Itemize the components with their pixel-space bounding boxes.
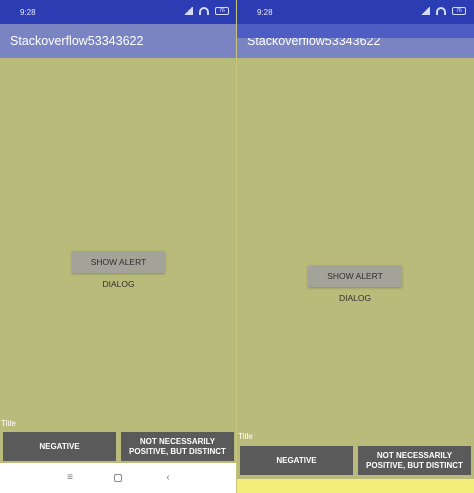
show-alert-dialog-button[interactable]: SHOW ALERT DIALOG [72,251,165,289]
status-icons: 76 [420,7,466,15]
wifi-icon [199,7,209,15]
signal-icon [183,7,193,15]
status-icons: 76 [183,7,229,15]
menu-icon[interactable]: ≡ [65,473,75,483]
dialog-title: Title [1,419,16,428]
content-area: SHOW ALERT DIALOG Title NEGATIVE NOT NEC… [237,58,474,479]
app-bar: Stackoverflow53343622 [0,24,237,58]
dialog-title: Title [238,432,253,441]
left-screenshot: 9:28 76 Stackoverflow53343622 SHOW ALERT… [0,0,237,493]
positive-button[interactable]: NOT NECESSARILY POSITIVE, BUT DISTINCT [121,432,234,461]
wifi-icon [436,7,446,15]
battery-icon: 76 [215,7,229,15]
negative-button[interactable]: NEGATIVE [3,432,116,461]
back-icon[interactable]: ‹ [163,473,173,483]
status-time: 9:28 [20,8,36,17]
home-icon[interactable] [114,474,122,482]
signal-icon [420,7,430,15]
show-alert-dialog-button[interactable]: SHOW ALERT DIALOG [308,265,402,303]
right-screenshot: 9:28 76 Stackoverflow53343622 SHOW ALERT… [237,0,474,493]
status-time: 9:28 [257,8,273,17]
negative-button[interactable]: NEGATIVE [240,446,353,475]
status-bar: 9:28 76 [0,0,237,24]
battery-icon: 76 [452,7,466,15]
navigation-bar: ≡ ‹ [0,463,237,493]
status-bar: 9:28 76 [237,0,474,24]
app-title: Stackoverflow53343622 [10,34,144,48]
app-bar-accent [237,24,474,38]
positive-button[interactable]: NOT NECESSARILY POSITIVE, BUT DISTINCT [358,446,471,475]
content-area: SHOW ALERT DIALOG Title NEGATIVE NOT NEC… [0,58,237,463]
